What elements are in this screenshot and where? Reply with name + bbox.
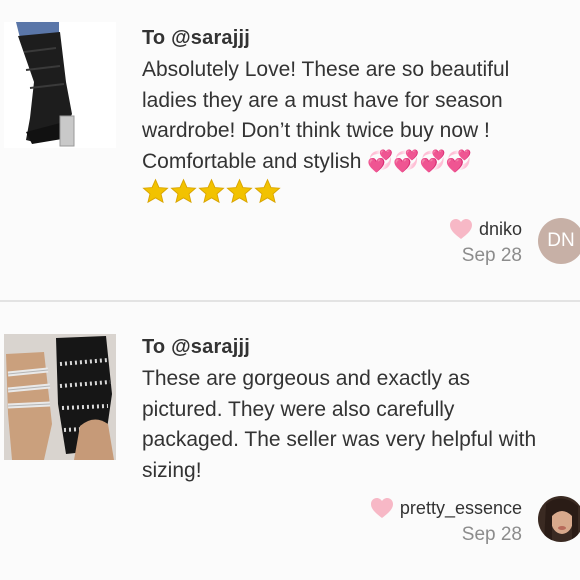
reviewer-username[interactable]: dniko bbox=[479, 219, 522, 240]
review-recipient: To @sarajjj bbox=[142, 27, 251, 49]
star-icon bbox=[198, 178, 225, 204]
star-icon bbox=[170, 178, 197, 204]
heart-icon[interactable] bbox=[449, 218, 473, 240]
avatar-photo bbox=[538, 496, 580, 542]
boot-image bbox=[4, 22, 116, 148]
review-date: Sep 28 bbox=[461, 245, 522, 266]
product-thumbnail-boot[interactable] bbox=[4, 22, 116, 148]
review-body: Absolutely Love! These are so beautiful … bbox=[142, 58, 510, 173]
star-icon bbox=[226, 178, 253, 204]
product-thumbnail-sandals[interactable] bbox=[4, 334, 116, 460]
review-date: Sep 28 bbox=[461, 524, 522, 545]
reviewer-info: pretty_essence Sep 28 bbox=[370, 497, 522, 546]
review-body: These are gorgeous and exactly as pictur… bbox=[142, 367, 537, 482]
star-rating bbox=[142, 178, 281, 205]
star-icon bbox=[142, 178, 169, 204]
avatar[interactable] bbox=[538, 496, 580, 542]
avatar[interactable]: DN bbox=[538, 218, 580, 264]
star-icon bbox=[254, 178, 281, 204]
reviewer-username[interactable]: pretty_essence bbox=[400, 498, 522, 519]
reviewer-info: dniko Sep 28 bbox=[449, 218, 522, 267]
avatar-initials: DN bbox=[547, 230, 575, 251]
heart-icon[interactable] bbox=[370, 497, 394, 519]
sandals-image bbox=[4, 334, 116, 460]
review-recipient: To @sarajjj bbox=[142, 336, 251, 358]
